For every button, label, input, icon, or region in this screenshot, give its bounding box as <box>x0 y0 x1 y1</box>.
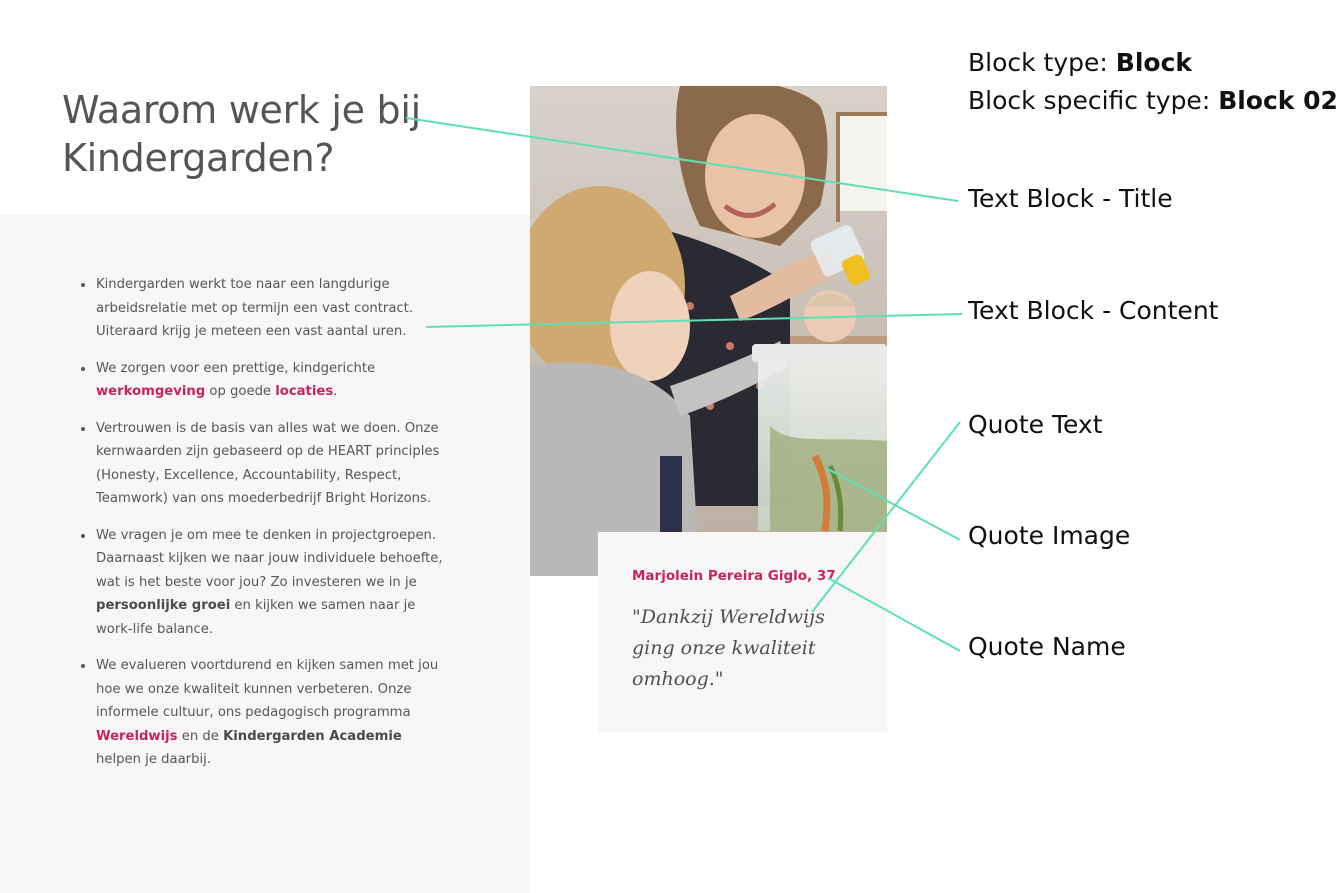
annotated-layout: Waarom werk je bij Kindergarden? Kinderg… <box>0 0 1340 893</box>
list-item-text: We zorgen voor een prettige, kindgericht… <box>96 360 376 376</box>
quote-card: Marjolein Pereira Giglo, 37 "Dankzij Wer… <box>598 532 887 732</box>
block-meta: Block type: Block Block specific type: B… <box>968 44 1338 120</box>
list-item: Kindergarden werkt toe naar een langduri… <box>78 273 448 344</box>
list-item-text: We evalueren voortdurend en kijken samen… <box>96 658 439 720</box>
annotation-content: Text Block - Content <box>968 296 1219 325</box>
list-item-text: op goede <box>205 384 276 399</box>
block-type-label: Block type: <box>968 48 1116 77</box>
locaties-link[interactable]: locaties <box>275 384 333 399</box>
list-item: Vertrouwen is de basis van alles wat we … <box>78 417 448 511</box>
annotation-quote-name: Quote Name <box>968 632 1126 661</box>
specific-type-label: Block specific type: <box>968 86 1219 115</box>
werkomgeving-link[interactable]: werkomgeving <box>96 384 205 399</box>
specific-type-value: Block 02 <box>1218 86 1338 115</box>
quote-text: "Dankzij Wereldwijs ging onze kwaliteit … <box>632 606 825 690</box>
list-item-text: Kindergarden werkt toe naar een langduri… <box>96 277 414 339</box>
photo-teacher-child-aquarium-icon <box>530 86 887 576</box>
list-item-text: en de <box>177 728 224 744</box>
benefits-list: Kindergarden werkt toe naar een langduri… <box>78 273 448 785</box>
block-specific-type: Block specific type: Block 02 <box>968 82 1338 120</box>
block-type-value: Block <box>1115 48 1193 77</box>
wereldwijs-link[interactable]: Wereldwijs <box>96 729 178 744</box>
list-item: We evalueren voortdurend en kijken samen… <box>78 654 448 772</box>
quote-image <box>530 86 887 576</box>
quote-name: Marjolein Pereira Giglo, 37 <box>632 568 836 584</box>
list-item-text: . <box>333 384 338 399</box>
list-item: We vragen je om mee te denken in project… <box>78 524 448 642</box>
list-item: We zorgen voor een prettige, kindgericht… <box>78 357 448 404</box>
list-item-text: We vragen je om mee te denken in project… <box>96 527 443 590</box>
block-type: Block type: Block <box>968 44 1338 82</box>
emphasis-text: Kindergarden Academie <box>223 728 402 744</box>
list-item-text: helpen je daarbij. <box>96 752 211 767</box>
page-title: Waarom werk je bij Kindergarden? <box>62 88 421 180</box>
annotation-quote-image: Quote Image <box>968 521 1131 550</box>
annotation-title: Text Block - Title <box>968 184 1173 213</box>
list-item-text: Vertrouwen is de basis van alles wat we … <box>96 420 440 507</box>
emphasis-text: persoonlijke groei <box>96 598 231 613</box>
annotation-quote-text: Quote Text <box>968 410 1103 439</box>
